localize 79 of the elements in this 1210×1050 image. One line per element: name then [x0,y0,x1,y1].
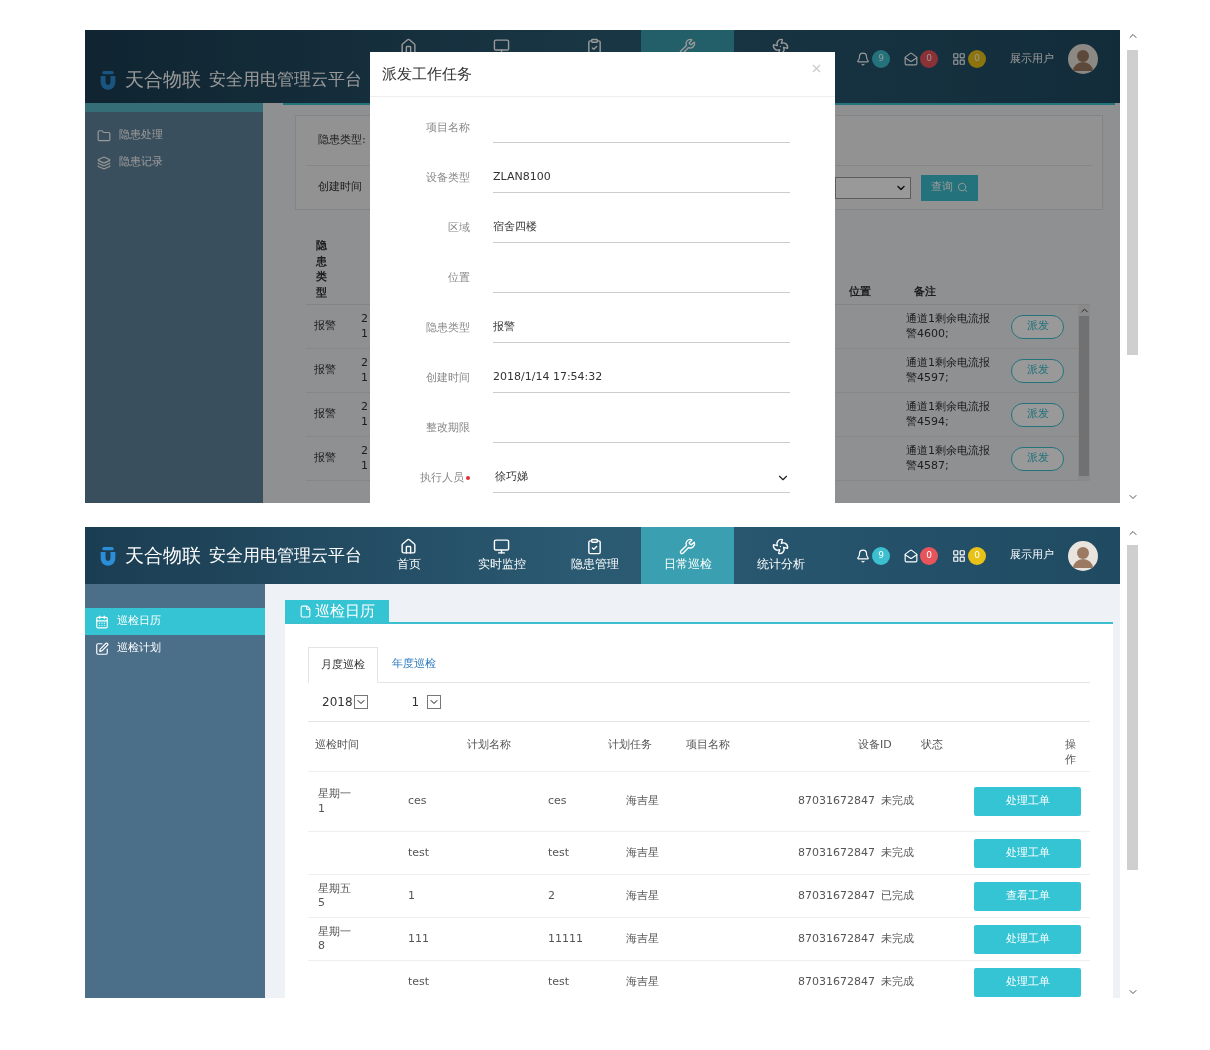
section-title: 巡检日历 [285,600,389,622]
platform-title: 安全用电管理云平台 [209,67,362,91]
table-cell: 1 [361,414,368,429]
brand-name: 天合物联 [125,543,201,569]
column-header: 备注 [913,283,937,300]
notification-badge: 0 [968,546,986,565]
table-cell: 海吉星 [626,793,659,810]
table-cell: 星期一 [318,787,351,802]
table-cell: 星期五 [318,881,351,896]
column-header: 位置 [849,283,872,300]
table-cell: 1 [361,326,368,341]
column-header: 隐患类型 [316,238,327,300]
table-cell-text: 未完成 [881,973,914,990]
table-cell-text: 通道1剩余电流报警4587; [906,443,991,474]
column-header: 操作 [1065,737,1076,769]
table-cell-text: 报警 [313,318,337,335]
table-cell-text: 11111 [548,930,583,947]
table-cell-text: 87031672847 [798,887,875,904]
column-header: 计划任务 [608,737,653,753]
field-label: 设备类型 [426,169,470,186]
filter-label: 隐患类型: [318,132,366,149]
table-cell-text: 通道1剩余电流报警4594; [906,399,991,430]
table-cell-text: 报警 [313,450,337,467]
notification-badge: 0 [920,50,938,68]
table-cell-text: 已完成 [881,887,914,904]
notification-badge: 9 [872,50,890,68]
table-cell-text: 海吉星 [626,973,659,990]
table-cell: 未完成 [881,793,914,810]
table-cell: ces [548,793,567,810]
column-header: 计划名称 [467,737,512,753]
column-header: 状态 [921,737,944,753]
table-cell-text: 111 [408,930,429,947]
table-cell-text: 2 [548,887,555,904]
field-label: 执行人员 [420,469,464,486]
table-cell-text: 通道1剩余电流报警4597; [906,355,991,386]
table-cell: 1 [361,370,368,385]
notification-badge: 0 [920,546,938,565]
field-label: 整改期限 [426,419,470,436]
column-header: 项目名称 [686,737,731,753]
filter-label: 创建时间 [318,179,362,196]
table-cell-text: test [548,973,570,990]
table-cell-text: test [408,973,430,990]
field-label: 位置 [448,269,470,286]
field-label: 项目名称 [426,119,470,136]
table-cell-text: 海吉星 [626,844,659,861]
table-cell: 2 [361,312,368,327]
table-cell: 1 [361,458,368,473]
table-cell-text: 报警 [313,406,337,423]
table-cell: 2 [361,400,368,415]
table-cell-text: 海吉星 [626,887,659,904]
table-cell-text: 未完成 [881,844,914,861]
table-cell-text: 87031672847 [798,844,875,861]
field-label: 隐患类型 [426,319,470,336]
table-cell-text: test [408,844,430,861]
table-cell: ces [408,793,427,810]
table-cell-text: test [548,844,570,861]
table-cell: 2 [361,356,368,371]
table-cell: 5 [318,896,325,911]
notification-badge: 0 [968,50,986,68]
table-cell-text: 报警 [313,362,337,379]
table-cell: 星期一 [318,924,351,939]
column-header: 巡检时间 [315,737,360,753]
field-label: 创建时间 [426,369,470,386]
table-cell-text: 1 [408,887,415,904]
table-cell: 87031672847 [798,793,875,810]
table-cell: 2 [361,444,368,459]
field-label: 区域 [448,219,470,236]
table-cell-text: 未完成 [881,930,914,947]
table-cell: 8 [318,939,325,954]
dialog-title: 派发工作任务 [382,63,472,85]
table-cell-text: 通道1剩余电流报警4600; [906,311,991,342]
brand-name: 天合物联 [125,67,201,93]
column-header: 设备ID [858,737,893,753]
table-cell-text: 87031672847 [798,973,875,990]
table-cell-text: 87031672847 [798,930,875,947]
table-cell: 1 [318,801,325,816]
platform-title: 安全用电管理云平台 [209,543,362,567]
notification-badge: 9 [872,546,890,565]
table-cell-text: 海吉星 [626,930,659,947]
